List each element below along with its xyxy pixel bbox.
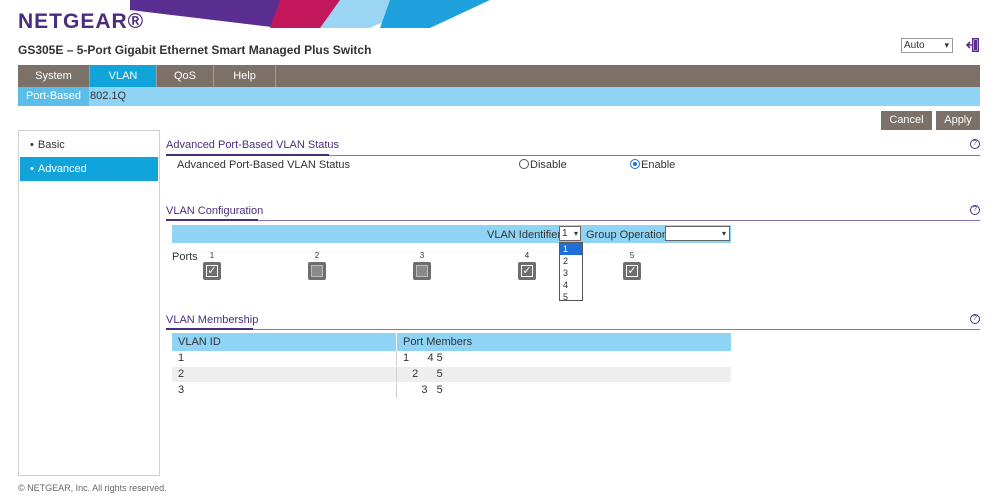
bullet-icon: • xyxy=(30,139,34,151)
table-row: 1 1 4 5 xyxy=(172,351,731,366)
dropdown-option[interactable]: 2 xyxy=(560,255,582,267)
sidebar-item-label: Basic xyxy=(37,139,65,151)
language-select[interactable]: Auto ▾ xyxy=(901,38,953,53)
vlan-id-cell: 3 xyxy=(178,384,185,396)
cancel-button[interactable]: Cancel xyxy=(881,111,932,130)
vlan-identifier-value: 1 xyxy=(562,228,568,239)
section-title-status: Advanced Port-Based VLAN Status xyxy=(166,139,340,151)
netgear-logo: NETGEAR® xyxy=(18,10,145,33)
sub-tab-bar: Port-Based 802.1Q xyxy=(18,87,980,106)
port-number: 5 xyxy=(629,251,635,260)
checkmark-icon: ✓ xyxy=(627,265,637,277)
section-underline xyxy=(166,154,329,156)
sidebar-item-advanced[interactable]: • Advanced xyxy=(20,157,158,181)
checkmark-icon: ✓ xyxy=(522,265,532,277)
enable-radio[interactable]: Enable xyxy=(630,159,675,171)
group-operation-label: Group Operation xyxy=(586,229,668,241)
table-row: 2 2 5 xyxy=(172,367,731,382)
logout-icon[interactable] xyxy=(966,37,980,53)
product-title: GS305E – 5-Port Gigabit Ethernet Smart M… xyxy=(18,43,372,57)
port-checkbox-4[interactable]: ✓ xyxy=(518,262,536,280)
language-select-value: Auto xyxy=(904,40,925,51)
column-header-vlan-id: VLAN ID xyxy=(178,336,221,348)
dropdown-option[interactable]: 4 xyxy=(560,279,582,291)
section-divider xyxy=(166,329,980,330)
status-label: Advanced Port-Based VLAN Status xyxy=(177,159,351,171)
ports-label: Ports xyxy=(172,251,198,263)
vlan-identifier-label: VLAN Identifier xyxy=(487,229,561,241)
copyright-footer: © NETGEAR, Inc. All rights reserved. xyxy=(18,483,167,493)
subtab-port-based[interactable]: Port-Based xyxy=(18,87,90,106)
vlan-identifier-dropdown: 1 2 3 4 5 xyxy=(559,242,583,303)
enable-radio-label: Enable xyxy=(641,159,676,171)
help-icon[interactable]: ? xyxy=(970,205,980,215)
section-underline xyxy=(166,219,258,221)
sidebar-item-label: Advanced xyxy=(37,163,87,175)
main-tab-bar: System VLAN QoS Help xyxy=(18,65,980,87)
port-number: 1 xyxy=(209,251,215,260)
dropdown-option[interactable]: 5 xyxy=(560,291,582,303)
port-number: 3 xyxy=(419,251,425,260)
port-members-cell: 1 4 5 xyxy=(403,352,443,364)
vlan-id-cell: 1 xyxy=(178,352,185,364)
port-number: 2 xyxy=(314,251,320,260)
port-number: 4 xyxy=(524,251,530,260)
sidebar: • Basic • Advanced xyxy=(18,130,160,476)
port-checkbox-2[interactable]: ✓ xyxy=(308,262,326,280)
port-checkbox-3[interactable]: ✓ xyxy=(413,262,431,280)
tab-vlan[interactable]: VLAN xyxy=(90,65,157,87)
section-underline xyxy=(166,328,253,330)
section-title-membership: VLAN Membership xyxy=(166,314,259,326)
vlan-identifier-select[interactable]: 1 ▾ xyxy=(559,226,581,241)
sidebar-item-basic[interactable]: • Basic xyxy=(20,133,158,157)
help-icon[interactable]: ? xyxy=(970,314,980,324)
bullet-icon: • xyxy=(30,163,34,175)
tab-system[interactable]: System xyxy=(18,65,90,87)
table-header: VLAN ID Port Members xyxy=(172,333,731,351)
port-checkbox-1[interactable]: ✓ xyxy=(203,262,221,280)
tab-help[interactable]: Help xyxy=(214,65,276,87)
help-icon[interactable]: ? xyxy=(970,139,980,149)
subtab-8021q[interactable]: 802.1Q xyxy=(82,87,134,106)
port-checkbox-5[interactable]: ✓ xyxy=(623,262,641,280)
chevron-down-icon: ▾ xyxy=(944,40,949,50)
radio-checked-icon xyxy=(630,159,640,169)
disable-radio[interactable]: Disable xyxy=(519,159,567,171)
table-row: 3 3 5 xyxy=(172,383,731,398)
dropdown-option[interactable]: 1 xyxy=(560,243,582,255)
header-decoration xyxy=(130,0,490,28)
port-members-cell: 2 5 xyxy=(403,368,443,380)
apply-button[interactable]: Apply xyxy=(936,111,980,130)
section-divider xyxy=(166,220,980,221)
column-header-port-members: Port Members xyxy=(403,336,473,348)
disable-radio-label: Disable xyxy=(530,159,567,171)
radio-icon xyxy=(519,159,529,169)
dropdown-option[interactable]: 3 xyxy=(560,267,582,279)
port-members-cell: 3 5 xyxy=(403,384,443,396)
chevron-down-icon: ▾ xyxy=(573,229,578,238)
tab-qos[interactable]: QoS xyxy=(157,65,214,87)
checkmark-icon: ✓ xyxy=(207,265,217,277)
group-operation-select[interactable]: ▾ xyxy=(665,226,730,241)
chevron-down-icon: ▾ xyxy=(721,229,726,238)
section-title-config: VLAN Configuration xyxy=(166,205,264,217)
vlan-id-cell: 2 xyxy=(178,368,185,380)
